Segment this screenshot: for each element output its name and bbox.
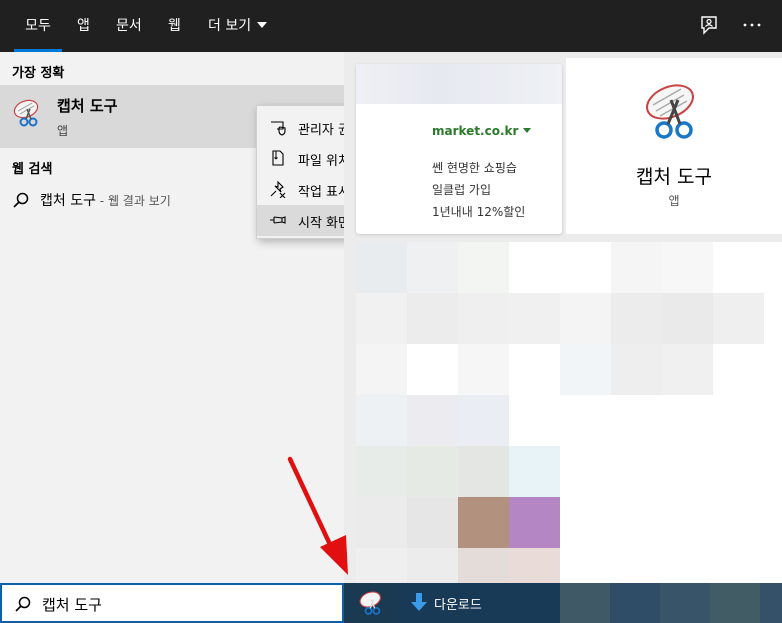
preview-panel: market.co.kr 쎈 현명한 쇼핑습 일클럽 가입 1년내내 12%할인…	[344, 52, 782, 583]
blur-tile	[407, 395, 458, 446]
unpin-icon	[269, 180, 287, 199]
blur-tile	[407, 548, 458, 583]
blur-tile	[407, 497, 458, 548]
search-box[interactable]: 캡처 도구	[0, 583, 344, 623]
blur-tile	[356, 446, 407, 497]
blur-tile	[458, 293, 509, 344]
more-options-icon[interactable]	[741, 14, 765, 38]
blur-tile	[458, 242, 509, 293]
blur-tile	[509, 548, 560, 583]
app-preview-name: 캡처 도구	[636, 166, 712, 188]
blur-tile	[356, 293, 407, 344]
best-match-name: 캡처 도구	[57, 97, 118, 115]
blur-tile	[356, 395, 407, 446]
blur-tile	[458, 446, 509, 497]
search-icon	[14, 595, 32, 613]
blur-tile	[356, 242, 407, 293]
tab-web[interactable]: 웹	[168, 0, 181, 52]
feedback-icon[interactable]	[698, 14, 722, 38]
snipping-tool-icon	[12, 97, 44, 129]
taskbar-snipping-tool[interactable]	[358, 589, 386, 617]
blur-tile	[662, 293, 713, 344]
taskbar-blur-block	[560, 583, 610, 623]
ad-line: 쎈 현명한 쇼핑습	[432, 161, 517, 175]
pin-icon	[269, 211, 287, 229]
tab-more-label: 더 보기	[208, 18, 252, 34]
web-search-term: 캡처 도구	[40, 193, 96, 209]
tab-documents[interactable]: 문서	[116, 0, 142, 52]
file-icon	[269, 149, 287, 167]
blur-tile	[662, 242, 713, 293]
ad-domain: market.co.kr	[432, 124, 532, 138]
blurred-preview	[356, 242, 782, 583]
taskbar: 다운로드	[344, 583, 782, 623]
blur-tile	[662, 344, 713, 395]
taskbar-blur-block	[610, 583, 660, 623]
shield-icon	[269, 118, 287, 136]
chevron-down-icon	[257, 22, 268, 28]
blur-tile	[560, 344, 611, 395]
web-search-heading: 웹 검색	[12, 162, 53, 177]
best-match-heading: 가장 정확	[12, 66, 65, 81]
blur-tile	[509, 446, 560, 497]
snipping-tool-icon	[640, 78, 704, 142]
taskbar-blur-block	[660, 583, 710, 623]
blur-tile	[356, 344, 407, 395]
blur-tile	[713, 293, 764, 344]
search-icon	[12, 191, 30, 209]
search-filter-bar: 모두 앱 문서 웹 더 보기	[0, 0, 782, 52]
blur-tile	[407, 242, 458, 293]
blur-tile	[611, 242, 662, 293]
blur-tile	[458, 548, 509, 583]
blur-tile	[356, 497, 407, 548]
blur-tile	[458, 344, 509, 395]
blur-tile	[560, 293, 611, 344]
tab-apps[interactable]: 앱	[77, 0, 90, 52]
app-preview-card[interactable]: 캡처 도구 앱	[566, 58, 782, 234]
ad-card[interactable]: market.co.kr 쎈 현명한 쇼핑습 일클럽 가입 1년내내 12%할인	[356, 64, 562, 234]
download-arrow-icon	[410, 593, 428, 613]
taskbar-blur-block	[760, 583, 782, 623]
blur-tile	[611, 344, 662, 395]
search-input[interactable]: 캡처 도구	[42, 594, 102, 615]
app-preview-type: 앱	[668, 194, 680, 208]
tab-all[interactable]: 모두	[14, 0, 62, 52]
blur-tile	[356, 548, 407, 583]
blur-tile	[458, 395, 509, 446]
taskbar-downloads[interactable]: 다운로드	[400, 583, 560, 623]
blur-tile	[458, 497, 509, 548]
annotation-arrow-icon	[282, 455, 352, 580]
caret-down-icon	[523, 128, 532, 133]
ad-line: 일클럽 가입	[432, 183, 492, 197]
ad-image	[356, 64, 562, 104]
ad-domain-text: market.co.kr	[432, 124, 519, 138]
taskbar-blur-block	[710, 583, 760, 623]
blur-tile	[509, 293, 560, 344]
blur-tile	[509, 497, 560, 548]
blur-tile	[611, 293, 662, 344]
web-search-suffix: - 웹 결과 보기	[95, 194, 171, 208]
downloads-label: 다운로드	[434, 598, 482, 613]
ad-line: 1년내내 12%할인	[432, 205, 526, 219]
best-match-type: 앱	[57, 124, 69, 138]
web-search-term-wrap: 캡처 도구 - 웹 결과 보기	[40, 190, 171, 210]
tab-more[interactable]: 더 보기	[208, 0, 268, 52]
blur-tile	[407, 293, 458, 344]
blur-tile	[407, 446, 458, 497]
